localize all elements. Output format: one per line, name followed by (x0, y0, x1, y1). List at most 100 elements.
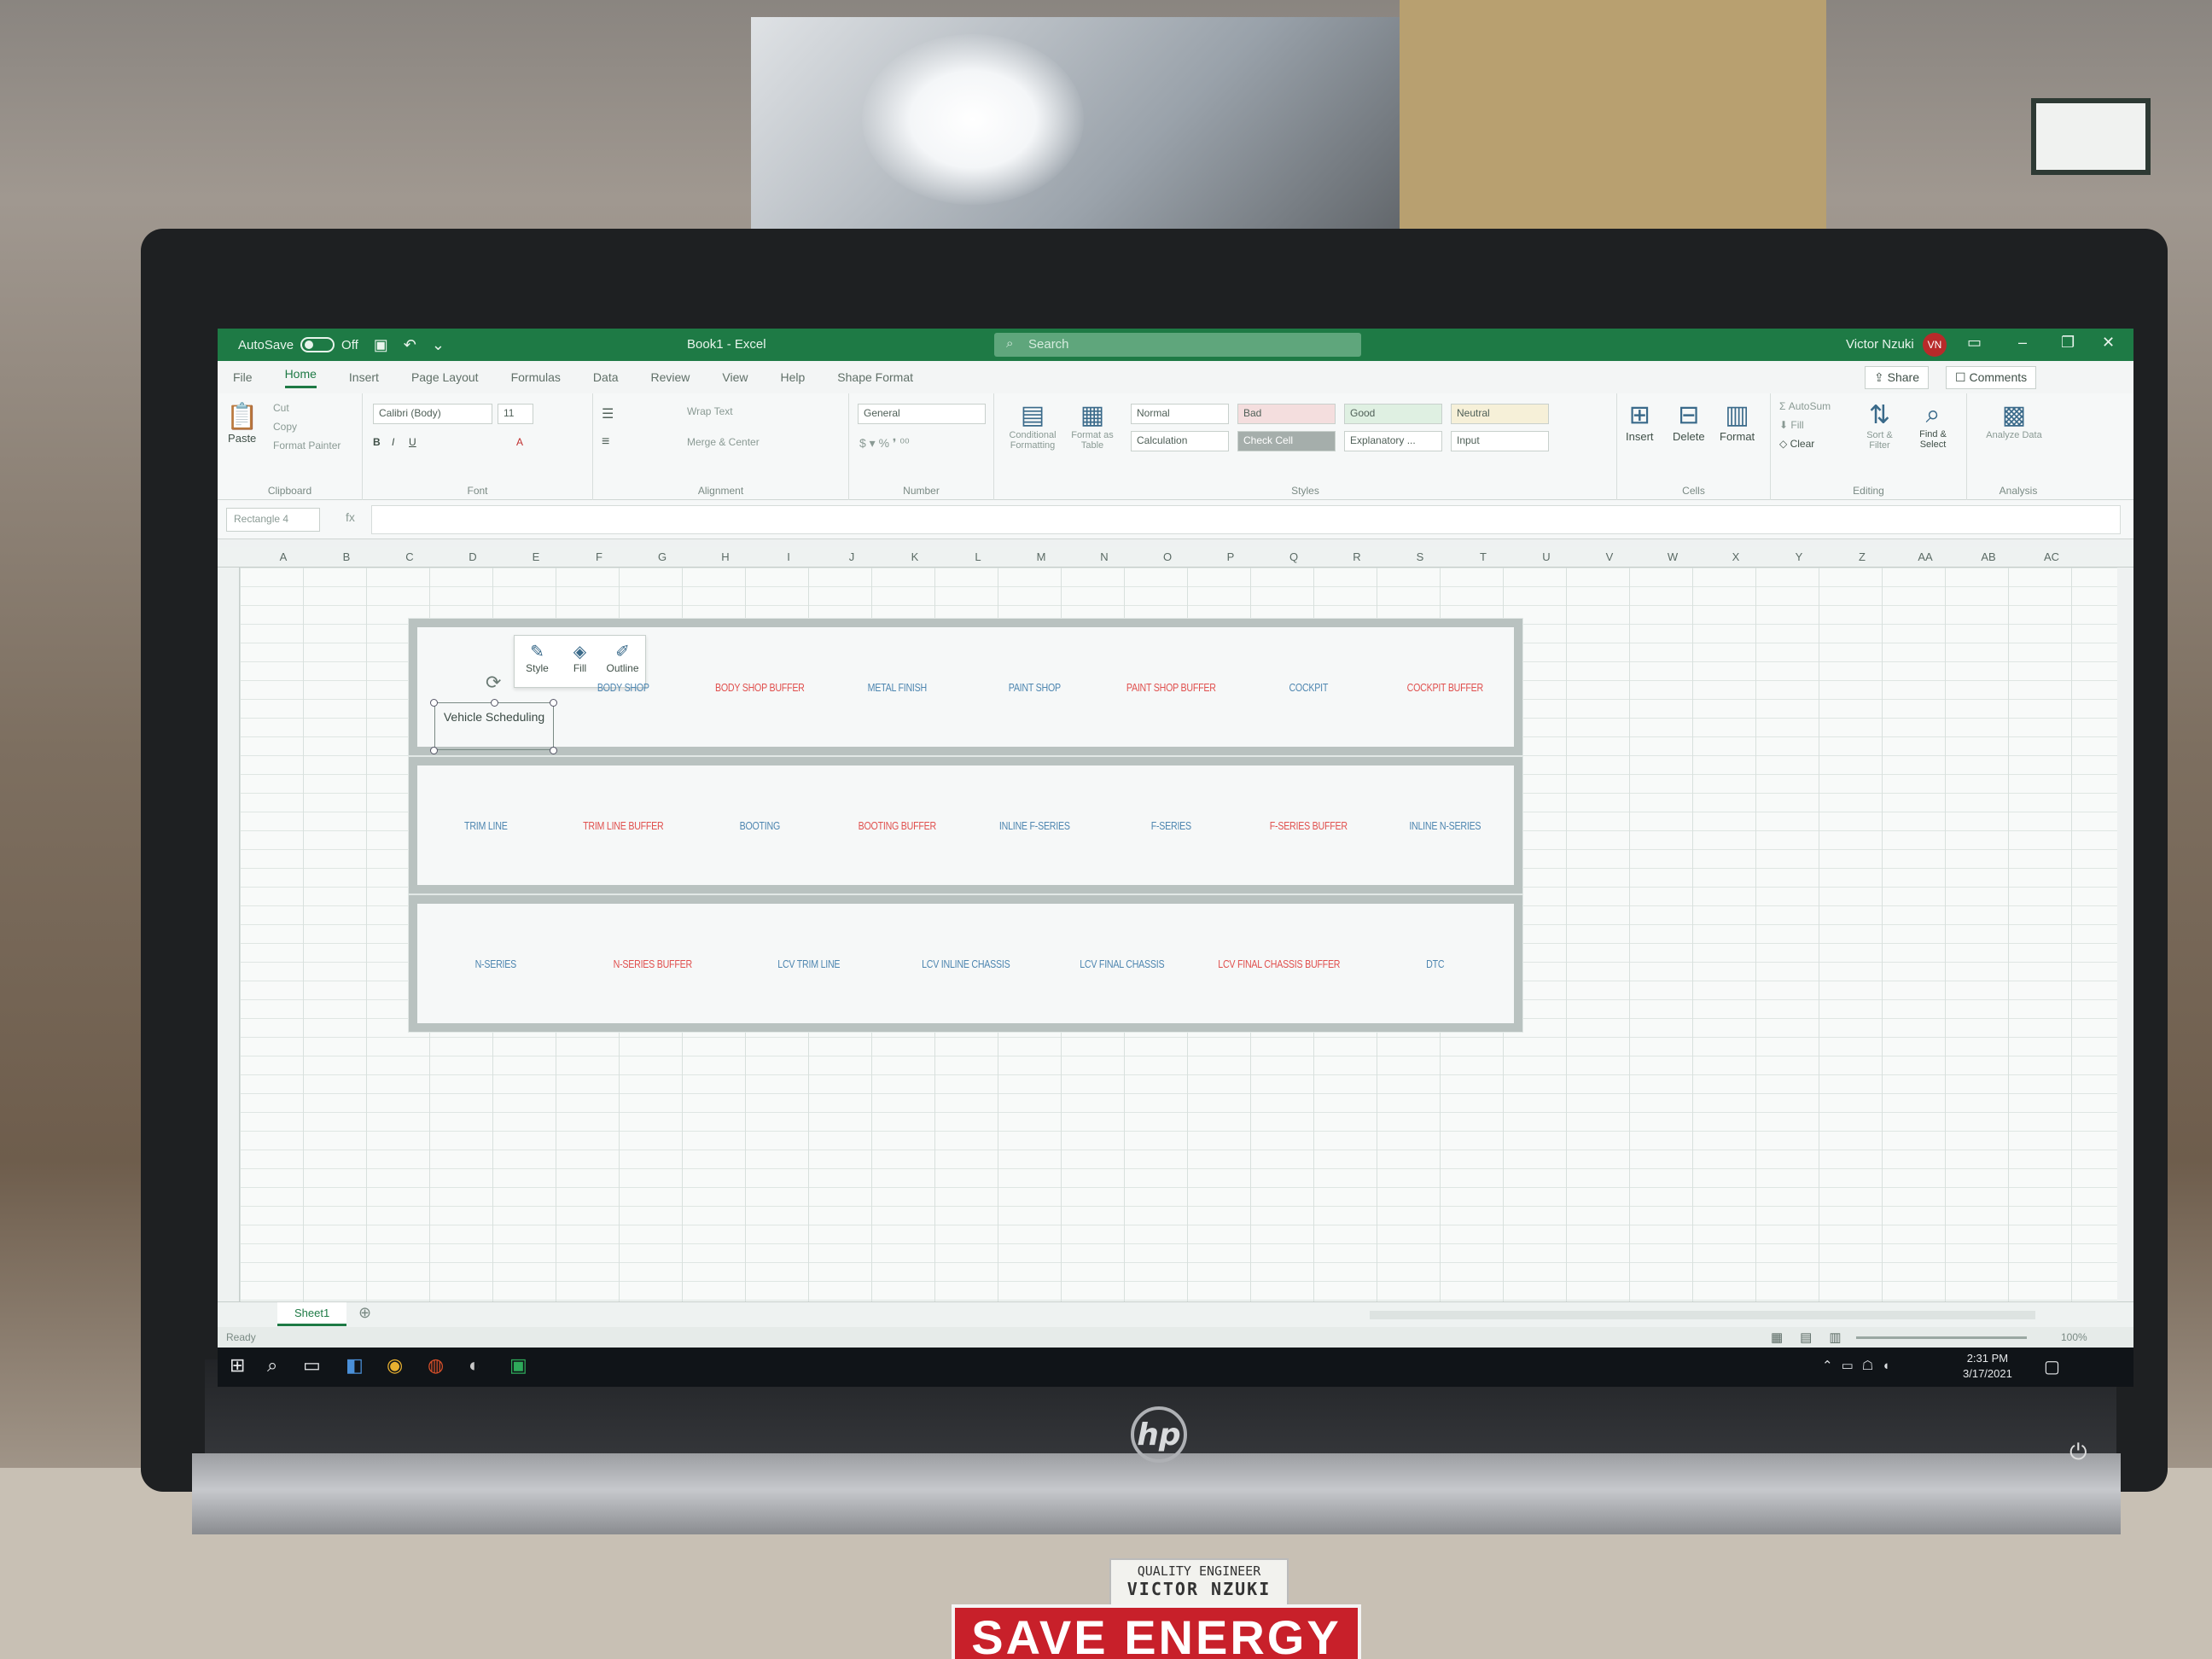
restore-icon[interactable]: ❐ (2061, 334, 2075, 352)
add-sheet-icon[interactable]: ⊕ (358, 1304, 371, 1322)
column-header[interactable]: T (1475, 550, 1492, 563)
firefox-icon[interactable]: ◍ (428, 1354, 444, 1377)
column-header[interactable]: N (1096, 550, 1113, 563)
tab-shape-format[interactable]: Shape Format (837, 370, 913, 384)
column-header[interactable]: K (906, 550, 923, 563)
sheet-tab-sheet1[interactable]: Sheet1 (277, 1302, 347, 1326)
process-stage-label[interactable]: BODY SHOP (567, 627, 679, 747)
column-header[interactable]: E (527, 550, 544, 563)
resize-handle[interactable] (430, 747, 438, 754)
sort-filter-button[interactable]: ⇅ Sort & Filter (1856, 400, 1903, 451)
ribbon-display-icon[interactable]: ▭ (1967, 334, 1982, 352)
format-as-table-button[interactable]: ▦ Format as Table (1067, 400, 1118, 451)
tab-data[interactable]: Data (593, 370, 619, 384)
undo-icon[interactable]: ↶ (404, 336, 416, 354)
font-color-icon[interactable]: A (516, 436, 523, 448)
column-header[interactable]: W (1664, 550, 1681, 563)
chrome-icon[interactable]: ◉ (387, 1354, 403, 1377)
tab-file[interactable]: File (233, 370, 253, 384)
autosave-toggle[interactable] (300, 337, 335, 352)
conditional-formatting-button[interactable]: ▤ Conditional Formatting (1003, 400, 1062, 451)
column-header[interactable]: F (591, 550, 608, 563)
underline-icon[interactable]: U (409, 436, 416, 448)
merge-center-button[interactable]: Merge & Center (687, 436, 760, 448)
wrap-text-button[interactable]: Wrap Text (687, 405, 733, 417)
cell-style-input[interactable]: Input (1451, 431, 1549, 451)
notifications-icon[interactable]: ▢ (2044, 1356, 2060, 1377)
column-header[interactable]: C (401, 550, 418, 563)
tab-review[interactable]: Review (651, 370, 690, 384)
process-stage-label[interactable]: LCV INLINE CHASSIS (901, 904, 1030, 1023)
cell-style-neutral[interactable]: Neutral (1451, 404, 1549, 424)
column-header[interactable]: Y (1790, 550, 1807, 563)
horizontal-scrollbar[interactable] (1370, 1311, 2035, 1319)
resize-handle[interactable] (550, 699, 557, 707)
process-stage-label[interactable]: INLINE F-SERIES (978, 765, 1091, 885)
process-stage-label[interactable]: COCKPIT (1252, 627, 1365, 747)
minimize-icon[interactable]: – (2018, 334, 2027, 352)
cell-style-explanatory[interactable]: Explanatory ... (1344, 431, 1442, 451)
delete-cells-button[interactable]: ⊟ Delete (1673, 400, 1705, 443)
comments-button[interactable]: ☐ Comments (1946, 366, 2037, 389)
bold-icon[interactable]: B (373, 436, 381, 448)
worksheet-grid[interactable]: Vehicle Scheduling ⟳ ✎ Style ◈ Fill ✐ Outli… (240, 568, 2117, 1301)
windows-start-icon[interactable]: ⊞ (230, 1354, 245, 1377)
process-stage-label[interactable]: N-SERIES BUFFER (588, 904, 717, 1023)
italic-icon[interactable]: I (392, 436, 394, 448)
tab-formulas[interactable]: Formulas (511, 370, 561, 384)
process-stage-label[interactable]: TRIM LINE BUFFER (567, 765, 679, 885)
column-header[interactable]: V (1601, 550, 1618, 563)
search-icon[interactable]: ⌕ (267, 1354, 277, 1377)
column-header[interactable]: I (780, 550, 797, 563)
fx-icon[interactable]: fx (346, 510, 355, 524)
process-stage-label[interactable]: TRIM LINE (429, 765, 542, 885)
analyze-data-button[interactable]: ▩ Analyze Data (1984, 400, 2044, 440)
task-view-icon[interactable]: ▭ (303, 1354, 321, 1377)
process-stage-label[interactable]: PAINT SHOP (978, 627, 1091, 747)
column-header[interactable]: A (275, 550, 292, 563)
outlook-icon[interactable]: ◧ (346, 1354, 364, 1377)
process-stage-label[interactable]: LCV FINAL CHASSIS (1058, 904, 1187, 1023)
font-name-select[interactable]: Calibri (Body) (373, 404, 492, 424)
cell-style-calculation[interactable]: Calculation (1131, 431, 1229, 451)
clear-button[interactable]: ◇ Clear (1779, 438, 1814, 450)
search-box[interactable]: ⌕ Search (994, 333, 1361, 357)
zoom-level[interactable]: 100% (2061, 1331, 2087, 1343)
currency-icon[interactable]: $ ▾ % ❜ ⁰⁰ (859, 436, 910, 451)
format-cells-button[interactable]: ▥ Format (1720, 400, 1755, 443)
taskbar-clock[interactable]: 2:31 PM 3/17/2021 (1963, 1351, 2012, 1382)
process-stage-label[interactable]: BODY SHOP BUFFER (704, 627, 817, 747)
column-header[interactable]: B (338, 550, 355, 563)
paste-button[interactable]: 📋 Paste (226, 402, 258, 445)
vehicle-scheduling-shape[interactable]: Vehicle Scheduling (434, 702, 554, 750)
font-size-select[interactable]: 11 (498, 404, 533, 424)
process-stage-label[interactable]: LCV FINAL CHASSIS BUFFER (1214, 904, 1343, 1023)
resize-handle[interactable] (491, 699, 498, 707)
column-header[interactable]: Q (1285, 550, 1302, 563)
process-stage-label[interactable]: BOOTING BUFFER (841, 765, 953, 885)
tab-home[interactable]: Home (284, 367, 317, 388)
close-icon[interactable]: ✕ (2102, 334, 2115, 352)
cell-style-normal[interactable]: Normal (1131, 404, 1229, 424)
cut-button[interactable]: Cut (273, 402, 289, 414)
cell-style-bad[interactable]: Bad (1237, 404, 1336, 424)
align-left-icon[interactable]: ≡ (602, 434, 609, 450)
column-header[interactable]: AC (2043, 550, 2060, 563)
insert-cells-button[interactable]: ⊞ Insert (1626, 400, 1654, 443)
column-header[interactable]: P (1222, 550, 1239, 563)
cell-style-good[interactable]: Good (1344, 404, 1442, 424)
column-header[interactable]: X (1727, 550, 1744, 563)
column-header[interactable]: L (969, 550, 987, 563)
fill-button[interactable]: ⬇ Fill (1779, 419, 1804, 431)
resize-handle[interactable] (430, 699, 438, 707)
process-stage-label[interactable]: METAL FINISH (841, 627, 953, 747)
system-tray-icons[interactable]: ⌃▭☖◖ (1822, 1358, 1898, 1373)
rotate-handle-icon[interactable]: ⟳ (486, 672, 501, 694)
align-top-icon[interactable]: ☰ (602, 405, 614, 422)
column-header[interactable]: S (1412, 550, 1429, 563)
copy-button[interactable]: Copy (273, 421, 297, 433)
shape-style-button[interactable]: ✎ Style (518, 641, 556, 674)
excel-taskbar-icon[interactable]: ▣ (509, 1354, 527, 1377)
column-header[interactable]: R (1348, 550, 1365, 563)
power-button-icon[interactable]: ⏻ (2069, 1439, 2087, 1466)
